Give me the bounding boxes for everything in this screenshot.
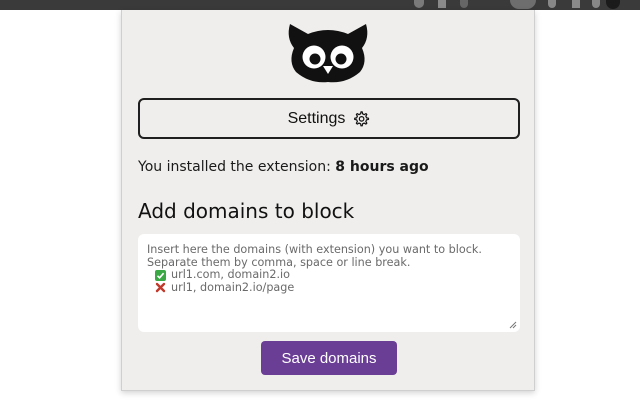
install-info: You installed the extension: 8 hours ago <box>138 159 429 175</box>
domains-textarea[interactable]: Insert here the domains (with extension)… <box>138 234 520 332</box>
toolbar-icon[interactable] <box>414 0 424 8</box>
resize-grip-icon[interactable] <box>508 320 517 329</box>
toolbar-icon[interactable] <box>460 0 468 8</box>
cross-icon <box>155 283 166 293</box>
extensions-puzzle-icon[interactable] <box>548 0 556 8</box>
settings-button[interactable]: Settings <box>138 98 520 139</box>
browser-toolbar <box>0 0 640 10</box>
profile-avatar-icon[interactable] <box>606 0 620 9</box>
valid-example: url1.com, domain2.io <box>147 268 511 282</box>
placeholder-line-1: Insert here the domains (with extension)… <box>147 243 482 256</box>
invalid-example-text: url1, domain2.io/page <box>171 280 295 294</box>
settings-button-label: Settings <box>287 109 346 127</box>
section-heading: Add domains to block <box>138 199 355 223</box>
owl-logo-icon <box>288 24 368 83</box>
toolbar-icon[interactable] <box>438 0 446 8</box>
extension-owl-icon[interactable] <box>510 0 536 9</box>
valid-example-text: url1.com, domain2.io <box>171 268 291 281</box>
toolbar-icon[interactable] <box>592 0 600 8</box>
install-time: 8 hours ago <box>335 159 429 175</box>
install-info-label: You installed the extension: <box>138 159 336 175</box>
gear-icon <box>354 110 370 126</box>
checkmark-icon <box>155 269 166 281</box>
extension-popup: Settings You installed the extension: 8 … <box>121 10 535 391</box>
save-domains-button[interactable]: Save domains <box>261 341 397 375</box>
invalid-example: url1, domain2.io/page <box>147 280 511 295</box>
sidebar-icon[interactable] <box>572 0 580 8</box>
